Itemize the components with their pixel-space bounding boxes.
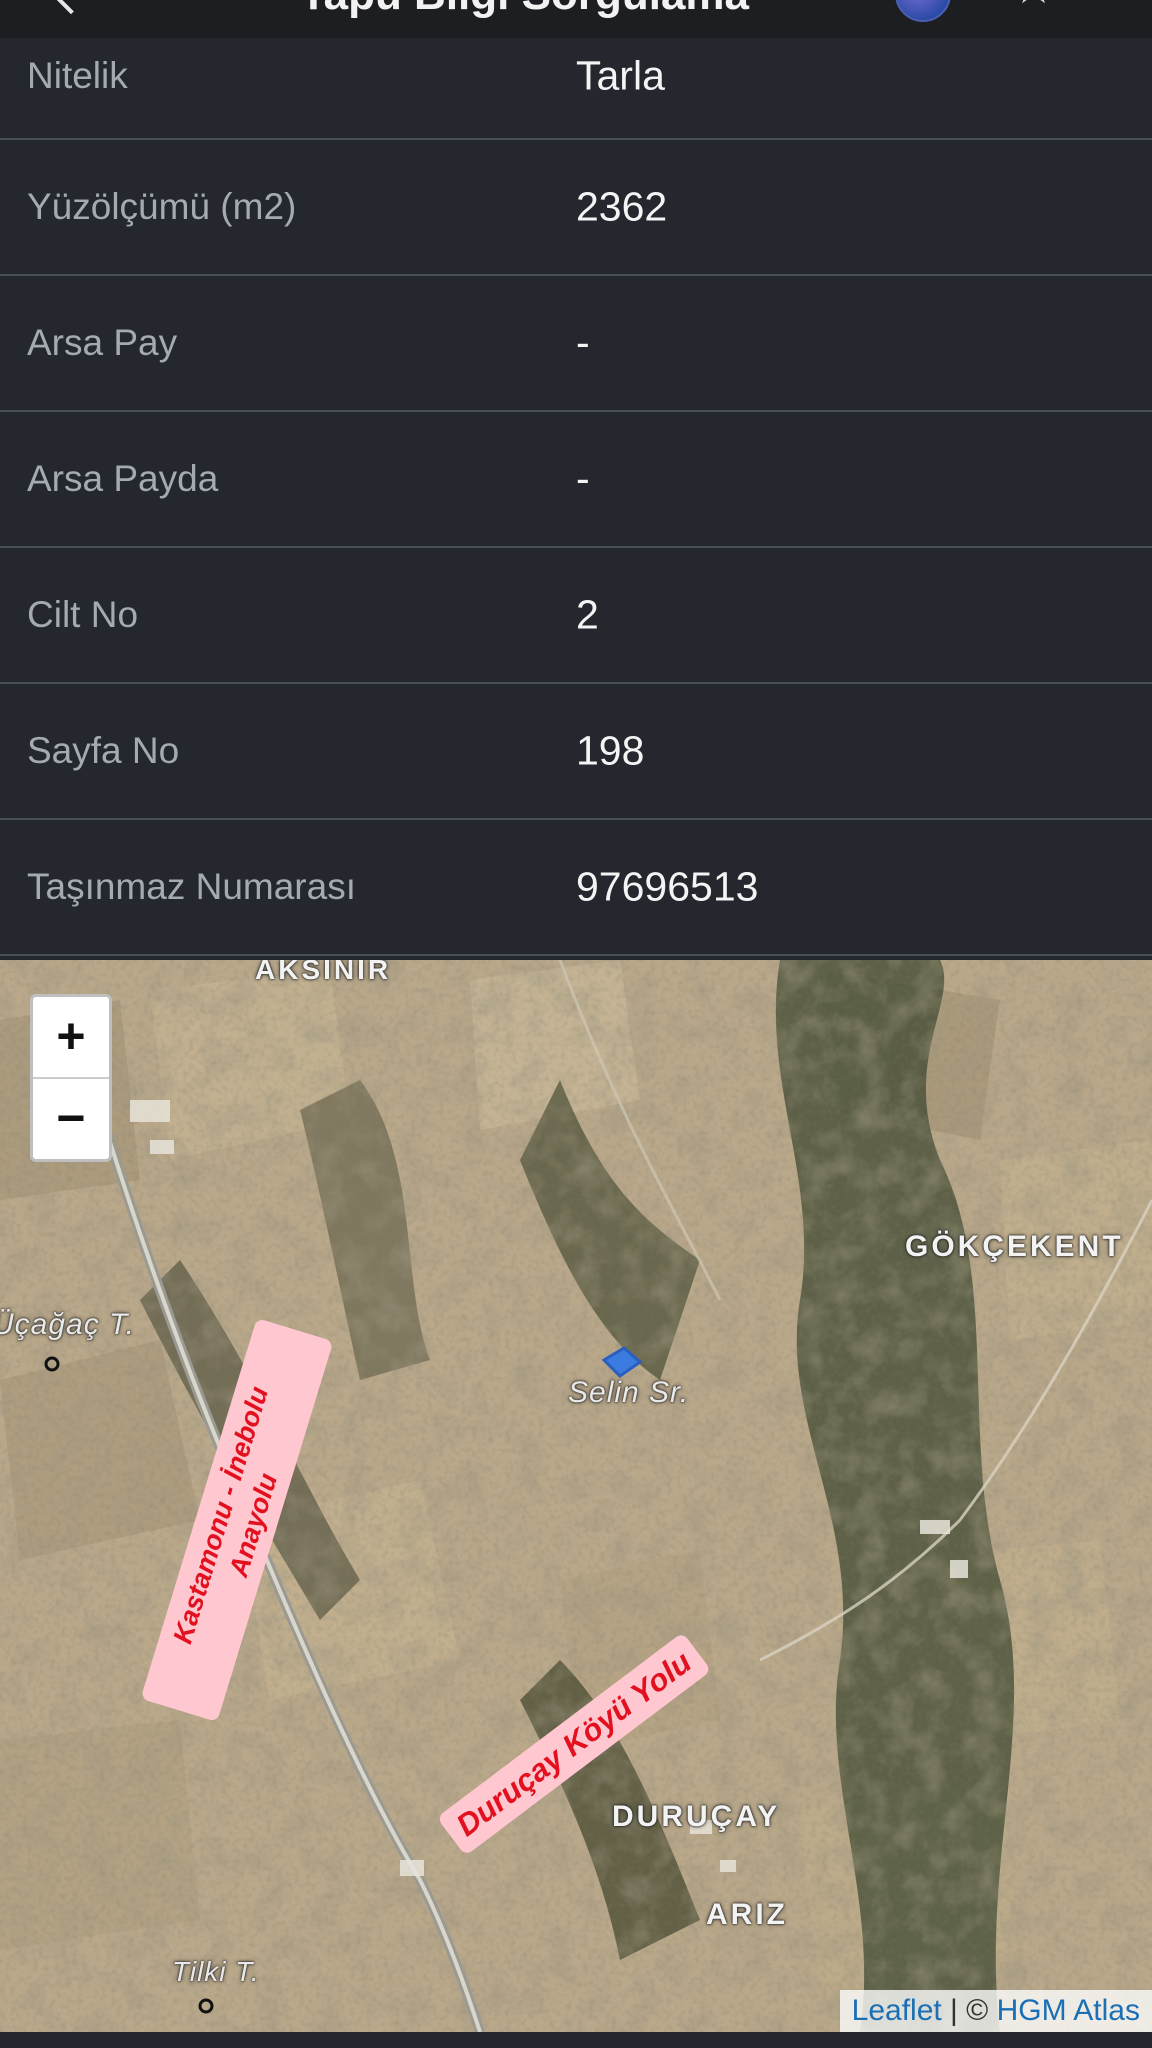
info-row-arsa-payda: Arsa Payda -: [0, 412, 1152, 548]
zoom-in-button[interactable]: +: [33, 997, 109, 1077]
row-label: Arsa Pay: [27, 322, 178, 363]
row-value: 2: [576, 591, 599, 638]
attribution-separator: | ©: [941, 1994, 997, 2027]
row-label: Sayfa No: [27, 730, 180, 771]
place-label-aksinir: AKSINIR: [255, 960, 392, 985]
bottom-strip: [0, 2032, 1152, 2048]
place-label-durucay: DURUÇAY: [612, 1800, 781, 1833]
info-row-cilt-no: Cilt No 2: [0, 548, 1152, 684]
row-label: Nitelik: [27, 55, 128, 96]
info-row-arsa-pay: Arsa Pay -: [0, 276, 1152, 412]
zoom-out-button[interactable]: −: [33, 1077, 109, 1159]
place-label-selin: Selin Sr.: [568, 1376, 690, 1409]
globe-icon[interactable]: [895, 0, 951, 22]
row-label: Arsa Payda: [27, 458, 219, 499]
zoom-control: + −: [30, 994, 112, 1162]
row-label: Taşınmaz Numarası: [27, 866, 356, 907]
row-label: Yüzölçümü (m2): [27, 186, 297, 227]
hgm-atlas-link[interactable]: HGM Atlas: [997, 1994, 1140, 2027]
row-value: Tarla: [576, 52, 665, 99]
place-label-ucagac: Üçağaç T.: [0, 1308, 135, 1341]
app-header: Tapu Bilgi Sorgulama ☆: [0, 0, 1152, 38]
row-value: -: [576, 319, 590, 366]
row-value: -: [576, 455, 590, 502]
row-value: 97696513: [576, 863, 759, 910]
row-label: Cilt No: [27, 594, 139, 635]
row-value: 2362: [576, 183, 668, 230]
back-chevron-icon[interactable]: [49, 0, 93, 15]
info-row-yuzolcumu: Yüzölçümü (m2) 2362: [0, 140, 1152, 276]
property-info-table: Nitelik Tarla Yüzölçümü (m2) 2362 Arsa P…: [0, 38, 1152, 956]
place-label-ariz: ARIZ: [706, 1898, 788, 1931]
place-label-tilki: Tilki T.: [172, 1956, 260, 1987]
map-attribution: Leaflet | © HGM Atlas: [839, 1990, 1152, 2032]
place-label-gokcekent: GÖKÇEKENT: [905, 1230, 1124, 1263]
satellite-imagery: [0, 960, 1152, 2032]
leaflet-link[interactable]: Leaflet: [852, 1994, 942, 2027]
page-title: Tapu Bilgi Sorgulama: [300, 0, 749, 20]
info-row-sayfa-no: Sayfa No 198: [0, 684, 1152, 820]
star-icon[interactable]: ☆: [1012, 0, 1055, 12]
row-value: 198: [576, 727, 645, 774]
satellite-map[interactable]: + − AKSINIR GÖKÇEKENT Üçağaç T. Selin Sr…: [0, 960, 1152, 2032]
info-row-nitelik: Nitelik Tarla: [0, 38, 1152, 140]
info-row-tasinmaz-numarasi: Taşınmaz Numarası 97696513: [0, 820, 1152, 956]
